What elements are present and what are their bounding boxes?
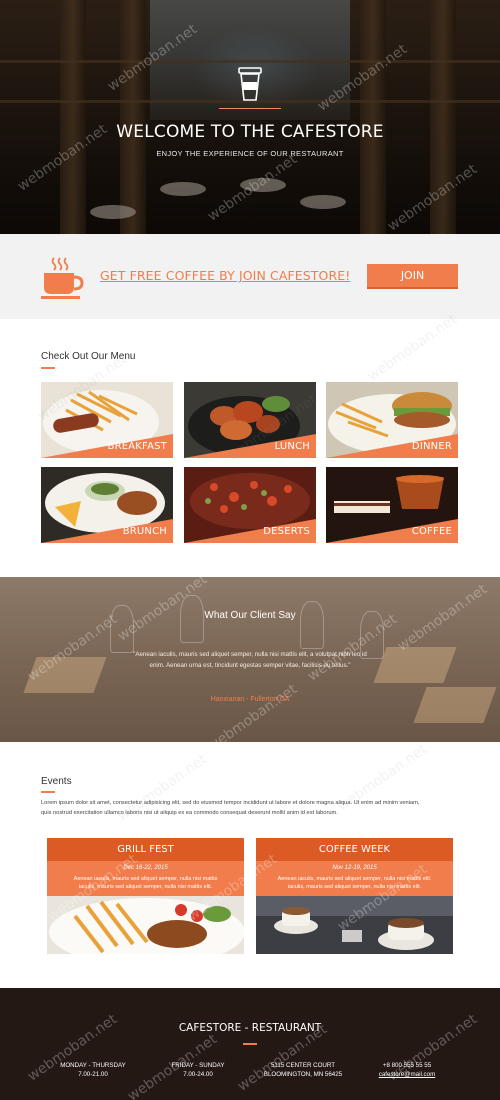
event-card-coffee-week[interactable]: COFFEE WEEK Nov 12-19, 2015 Aenean iacul…	[256, 838, 453, 954]
footer-address: 5115 CENTER COURT BLOOMINGTON, MN 56425	[248, 1061, 358, 1079]
footer-email-link[interactable]: cafestore@mail.com	[379, 1071, 436, 1078]
footer-contact: +8 800 555 55 55 cafestore@mail.com	[352, 1061, 462, 1079]
menu-section-title: Check Out Our Menu	[41, 351, 136, 362]
menu-title-underline	[41, 367, 55, 369]
menu-tile-label: BREAKFAST	[107, 441, 167, 452]
event-title: GRILL FEST	[47, 838, 244, 861]
menu-tile-label: DINNER	[411, 441, 452, 452]
hero-subtitle: ENJOY THE EXPERIENCE OF OUR RESTAURANT	[156, 149, 344, 158]
coffee-week-photo	[256, 896, 453, 954]
menu-tile-label: DESERTS	[263, 526, 310, 537]
event-description: iaculis, mauris sed aliquet semper, null…	[78, 884, 213, 890]
watermark-text: webmoban.net	[364, 311, 461, 385]
testimonial-title: What Our Client Say	[204, 610, 296, 621]
grill-fest-photo	[47, 896, 244, 954]
footer-phone: +8 800 555 55 55	[382, 1062, 432, 1069]
menu-tile-lunch[interactable]: LUNCH	[184, 382, 316, 458]
footer-street: 5115 CENTER COURT	[270, 1062, 336, 1069]
menu-tile-label: COFFEE	[411, 526, 452, 537]
hero-overlay	[0, 0, 500, 234]
wine-glass	[300, 601, 324, 649]
menu-tile-deserts[interactable]: DESERTS	[184, 467, 316, 543]
promo-link[interactable]: GET FREE COFFEE BY JOIN CAFESTORE!	[100, 268, 350, 283]
events-section-title: Events	[41, 776, 72, 787]
event-title: COFFEE WEEK	[256, 838, 453, 861]
footer-hours-days: FRIDAY - SUNDAY	[171, 1062, 225, 1069]
hero-banner	[0, 0, 500, 234]
menu-tile-dinner[interactable]: DINNER	[326, 382, 458, 458]
menu-tile-brunch[interactable]: BRUNCH	[41, 467, 173, 543]
events-description: quis nostrud exercitation ullamco labori…	[41, 810, 338, 816]
testimonial-quote: "Aenean iaculis, mauris sed aliquet semp…	[133, 651, 367, 658]
footer-hours-time: 7.00-24.00	[183, 1071, 213, 1078]
footer-hours-days: MONDAY - THURSDAY	[60, 1062, 126, 1069]
join-button[interactable]: JOIN	[367, 264, 458, 289]
testimonial-quote: enim. Aenean urna est, tincidunt egestas…	[149, 662, 351, 669]
coffee-mug-icon	[41, 257, 84, 299]
menu-tile-label: LUNCH	[274, 441, 310, 452]
events-title-underline	[41, 791, 55, 793]
footer-hours-time: 7.00-21.00	[78, 1071, 108, 1078]
menu-tile-breakfast[interactable]: BREAKFAST	[41, 382, 173, 458]
event-description: Aenean iaculis, mauris sed aliquet sempe…	[277, 876, 432, 882]
coffee-cup-icon	[238, 67, 262, 101]
testimonial-section	[0, 577, 500, 742]
events-description: Lorem ipsum dolor sit amet, consectetur …	[41, 800, 420, 806]
footer-title-underline	[243, 1043, 257, 1045]
event-date: Dec 16-22, 2015	[123, 865, 168, 871]
event-description: Aenean iaculis, mauris sed aliquet sempe…	[73, 876, 218, 882]
menu-tile-coffee[interactable]: COFFEE	[326, 467, 458, 543]
footer-title: CAFESTORE - RESTAURANT	[178, 1022, 322, 1034]
hero-divider	[219, 108, 281, 109]
menu-tile-label: BRUNCH	[122, 526, 167, 537]
footer-hours-weekend: FRIDAY - SUNDAY 7.00-24.00	[143, 1061, 253, 1079]
event-card-grill-fest[interactable]: GRILL FEST Dec 16-22, 2015 Aenean iaculi…	[47, 838, 244, 954]
event-date: Nov 12-19, 2015	[332, 865, 377, 871]
event-description: iaculis, mauris sed aliquet semper, null…	[287, 884, 422, 890]
hero-title: WELCOME TO THE CAFESTORE	[116, 122, 384, 142]
testimonial-author[interactable]: Hanxianan - Fullerton CA	[0, 696, 500, 703]
napkin	[413, 687, 497, 723]
footer-city: BLOOMINGTON, MN 56425	[263, 1071, 343, 1078]
footer-hours-weekday: MONDAY - THURSDAY 7.00-21.00	[38, 1061, 148, 1079]
